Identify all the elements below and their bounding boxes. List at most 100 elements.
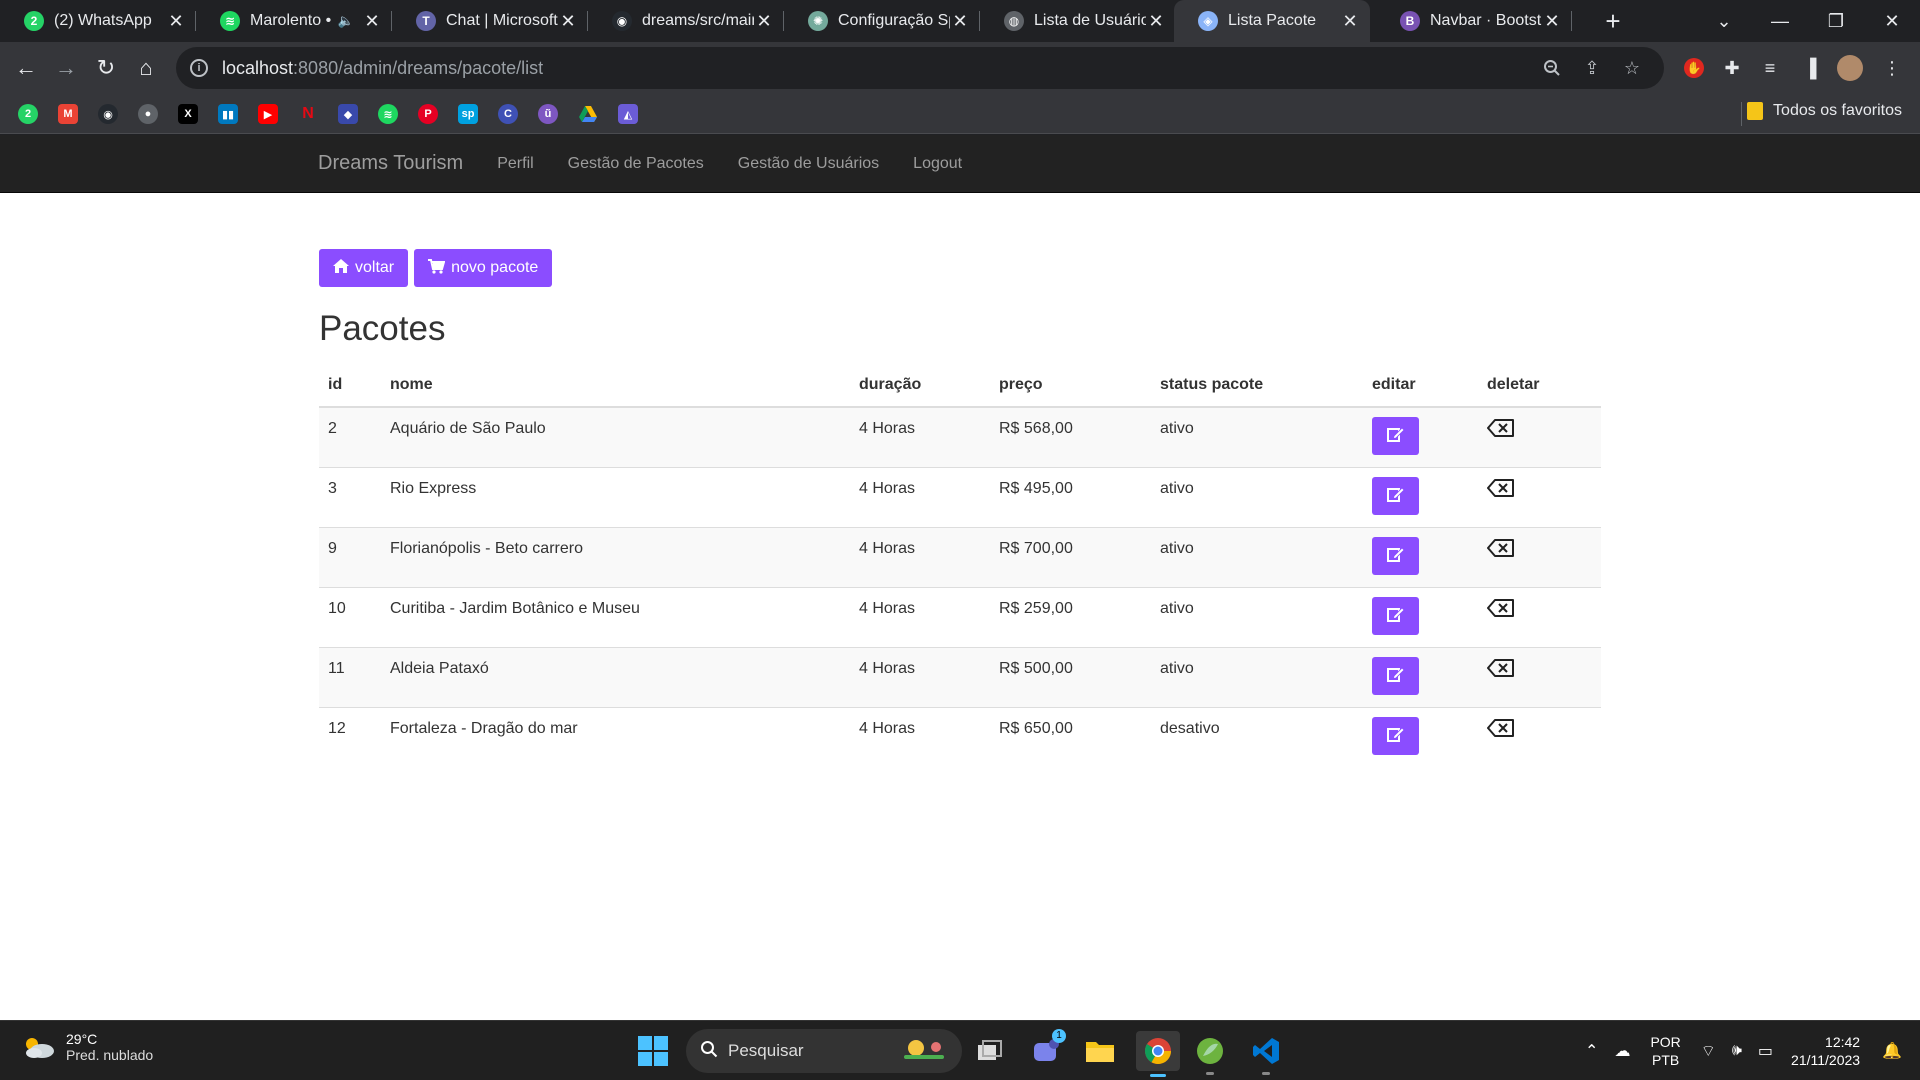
bookmarks-folder-label: Todos os favoritos [1773, 102, 1902, 119]
wifi-icon[interactable]: ⌔ [1701, 1041, 1716, 1061]
browser-tab[interactable]: 2 (2) WhatsApp ✕ [0, 0, 196, 42]
bookmark-spotify-icon[interactable]: ≋ [378, 104, 398, 124]
tab-close-icon[interactable]: ✕ [558, 11, 578, 32]
restore-button[interactable]: ❐ [1808, 0, 1864, 42]
bookmark-u-icon[interactable]: ũ [538, 104, 558, 124]
taskbar-clock[interactable]: 12:42 21/11/2023 [1791, 1033, 1860, 1069]
new-tab-button[interactable]: + [1598, 6, 1628, 36]
edit-icon [1386, 666, 1405, 687]
site-info-icon[interactable]: i [190, 59, 208, 77]
tab-close-icon[interactable]: ✕ [1340, 11, 1360, 32]
all-bookmarks-folder[interactable]: Todos os favoritos [1747, 102, 1902, 120]
chrome-taskbar-icon[interactable] [1136, 1031, 1180, 1077]
side-panel-icon[interactable]: ▐ [1796, 54, 1824, 82]
forward-arrow-icon[interactable]: → [50, 52, 82, 84]
bookmark-netflix-icon[interactable]: N [298, 104, 318, 124]
bookmark-github-icon[interactable]: ◉ [98, 104, 118, 124]
bookmark-apple-icon[interactable]: ● [138, 104, 158, 124]
language-code: POR [1650, 1034, 1681, 1050]
battery-icon[interactable]: ▭ [1758, 1041, 1773, 1061]
bookmark-bookmark-icon[interactable]: ◆ [338, 104, 358, 124]
cell-nome: Florianópolis - Beto carrero [381, 527, 850, 588]
tab-search-icon[interactable]: ⌄ [1696, 0, 1752, 42]
bookmark-trello-icon[interactable]: ▮▮ [218, 104, 238, 124]
delete-backspace-icon[interactable] [1487, 478, 1515, 503]
cell-duracao: 4 Horas [850, 707, 990, 767]
bookmark-x-icon[interactable]: X [178, 104, 198, 124]
notification-bell-icon[interactable]: 🔔 [1882, 1041, 1902, 1061]
back-button[interactable]: voltar [319, 249, 409, 287]
browser-tab[interactable]: ◈ Lista Pacote ✕ [1174, 0, 1370, 42]
close-window-button[interactable]: ✕ [1864, 0, 1920, 42]
tab-title: dreams/src/main [642, 12, 754, 29]
delete-backspace-icon[interactable] [1487, 538, 1515, 563]
media-control-icon[interactable]: ≡ [1756, 54, 1784, 82]
bookmark-sp-icon[interactable]: sp [458, 104, 478, 124]
address-bar[interactable]: i localhost:8080/admin/dreams/pacote/lis… [176, 47, 1664, 89]
edit-button[interactable] [1372, 477, 1419, 515]
windows-start-icon[interactable] [638, 1036, 668, 1066]
file-explorer-icon[interactable] [1082, 1033, 1118, 1069]
volume-icon[interactable]: 🕪 [1732, 1042, 1742, 1060]
bookmark-drive-icon[interactable] [578, 104, 598, 124]
bookmark-pinterest-icon[interactable]: P [418, 104, 438, 124]
tab-close-icon[interactable]: ✕ [754, 11, 774, 32]
teams-chat-icon[interactable]: 1 [1028, 1029, 1066, 1069]
site-brand[interactable]: Dreams Tourism [318, 152, 463, 175]
browser-tab[interactable]: B Navbar · Bootstra✕ [1376, 0, 1572, 42]
edit-button[interactable] [1372, 537, 1419, 575]
browser-tab[interactable]: ◉ dreams/src/main ✕ [588, 0, 784, 42]
delete-backspace-icon[interactable] [1487, 718, 1515, 743]
tab-close-icon[interactable]: ✕ [362, 11, 382, 32]
delete-backspace-icon[interactable] [1487, 598, 1515, 623]
adblock-extension-icon[interactable]: ✋ [1680, 54, 1708, 82]
bookmark-app-icon[interactable]: ◭ [618, 104, 638, 124]
nav-perfil[interactable]: Perfil [497, 155, 533, 173]
onedrive-icon[interactable]: ☁ [1614, 1041, 1630, 1061]
bookmark-gmail-icon[interactable]: M [58, 104, 78, 124]
edit-button[interactable] [1372, 657, 1419, 695]
delete-backspace-icon[interactable] [1487, 418, 1515, 443]
extensions-puzzle-icon[interactable]: ✚ [1718, 54, 1746, 82]
new-package-button[interactable]: novo pacote [414, 249, 553, 287]
weather-widget[interactable]: 29°C Pred. nublado [22, 1031, 153, 1063]
edit-button[interactable] [1372, 417, 1419, 455]
edit-button[interactable] [1372, 597, 1419, 635]
browser-tab[interactable]: T Chat | Microsoft ✕ [392, 0, 588, 42]
zoom-icon[interactable] [1538, 56, 1566, 80]
browser-menu-icon[interactable]: ⋮ [1878, 54, 1906, 82]
tray-chevron-up-icon[interactable]: ⌃ [1585, 1041, 1598, 1061]
tab-close-icon[interactable]: ✕ [1542, 11, 1562, 32]
search-placeholder: Pesquisar [728, 1041, 804, 1060]
browser-tab[interactable]: ◍ Lista de Usuários ✕ [980, 0, 1176, 42]
bookmark-star-icon[interactable]: ☆ [1618, 56, 1646, 80]
share-icon[interactable]: ⇪ [1578, 56, 1606, 80]
spring-tool-icon[interactable] [1192, 1033, 1228, 1075]
edit-icon [1386, 546, 1405, 567]
bookmark-canva-icon[interactable]: C [498, 104, 518, 124]
tab-close-icon[interactable]: ✕ [950, 11, 970, 32]
edit-button[interactable] [1372, 717, 1419, 755]
tab-close-icon[interactable]: ✕ [166, 11, 186, 32]
taskbar-search[interactable]: Pesquisar [686, 1029, 962, 1073]
back-arrow-icon[interactable]: ← [10, 52, 42, 84]
home-icon[interactable]: ⌂ [130, 52, 162, 84]
vscode-icon[interactable] [1248, 1033, 1284, 1075]
nav-gestao-usuarios[interactable]: Gestão de Usuários [738, 155, 879, 173]
tab-audio-icon[interactable]: 🔈 [338, 13, 354, 29]
tab-close-icon[interactable]: ✕ [1146, 11, 1166, 32]
browser-tab[interactable]: ✺ Configuração Sp ✕ [784, 0, 980, 42]
windows-taskbar: 29°C Pred. nublado Pesquisar 1 ⌃ ☁ POR P… [0, 1020, 1920, 1080]
language-indicator[interactable]: POR PTB [1650, 1033, 1680, 1069]
nav-logout[interactable]: Logout [913, 155, 962, 173]
task-view-icon[interactable] [972, 1033, 1008, 1069]
reload-icon[interactable]: ↻ [90, 52, 122, 84]
bookmark-youtube-icon[interactable]: ▶ [258, 104, 278, 124]
nav-gestao-pacotes[interactable]: Gestão de Pacotes [568, 155, 704, 173]
bookmark-whatsapp-icon[interactable]: 2 [18, 104, 38, 124]
browser-tab[interactable]: ≋ Marolento • 🔈 ✕ [196, 0, 392, 42]
bookmarks-bar: 2 M ◉ ● X ▮▮ ▶ N ◆ ≋ P sp C ũ ◭ Todos os… [0, 94, 1920, 134]
delete-backspace-icon[interactable] [1487, 658, 1515, 683]
minimize-button[interactable]: — [1752, 0, 1808, 42]
profile-avatar[interactable] [1836, 54, 1864, 82]
